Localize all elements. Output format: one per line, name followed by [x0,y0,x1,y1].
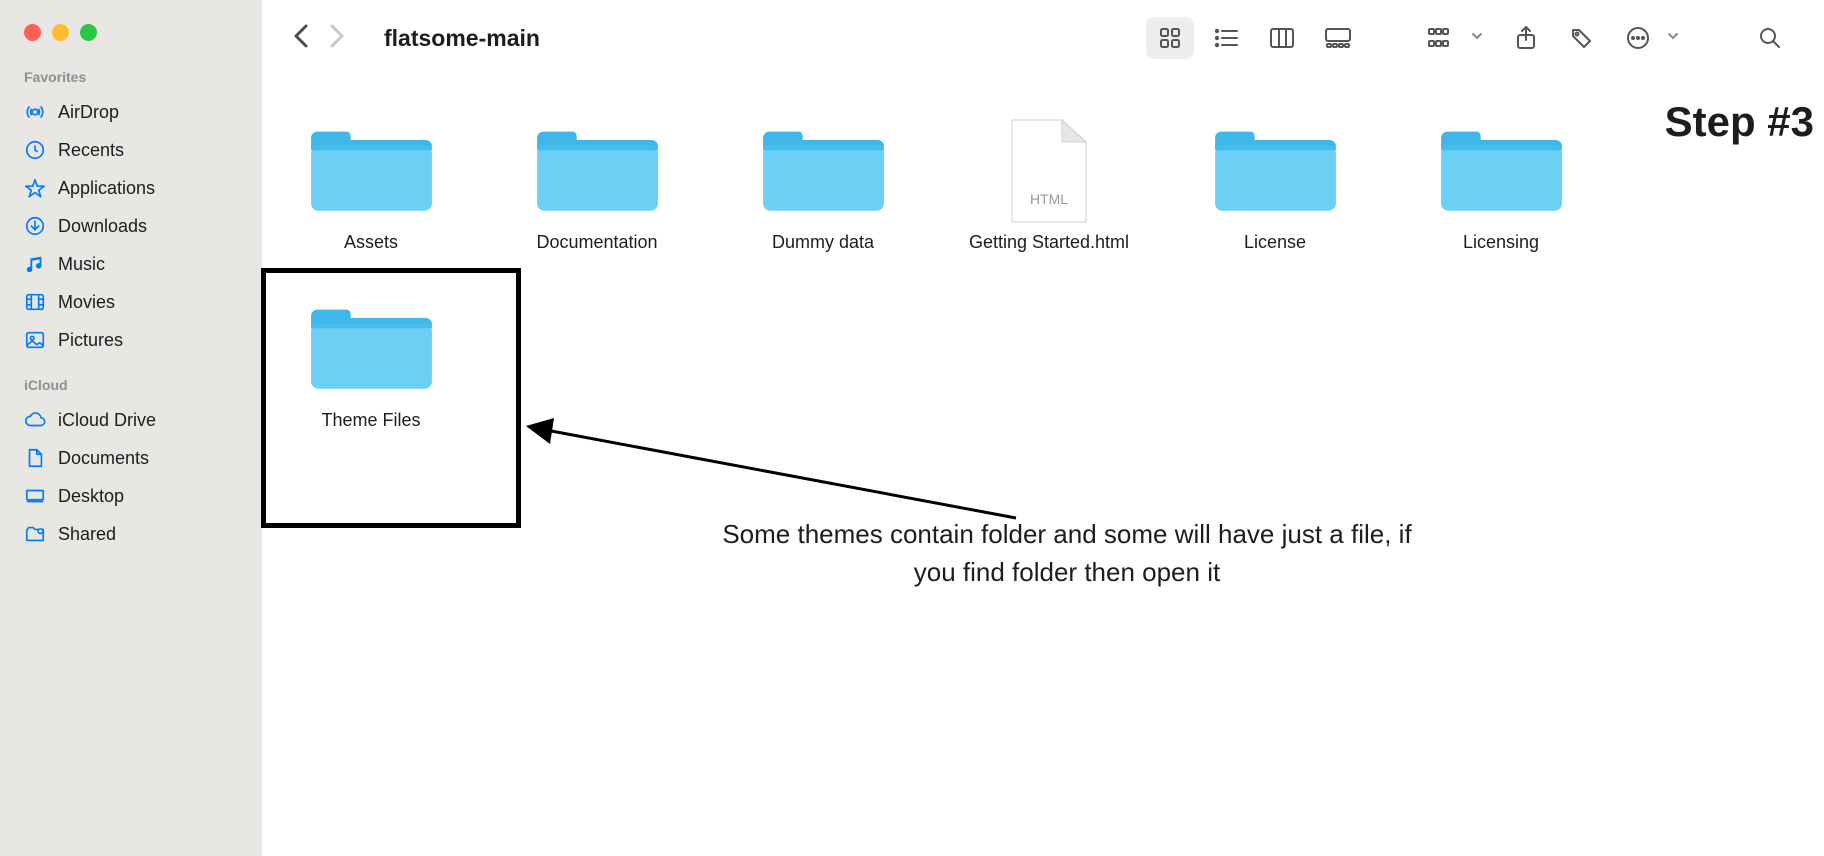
sidebar-item-airdrop[interactable]: AirDrop [0,93,262,131]
html-file-icon: HTML [1004,116,1094,226]
applications-icon [24,177,46,199]
tags-button[interactable] [1558,17,1606,59]
share-button[interactable] [1502,17,1550,59]
file-item-label: License [1244,230,1306,254]
sidebar-item-recents[interactable]: Recents [0,131,262,169]
pictures-icon [24,329,46,351]
sidebar-item-label: iCloud Drive [58,410,156,431]
file-item-label: Dummy data [772,230,874,254]
downloads-icon [24,215,46,237]
favorites-label: Favorites [0,69,262,93]
sidebar-item-pictures[interactable]: Pictures [0,321,262,359]
sidebar-item-label: Shared [58,524,116,545]
document-icon [24,447,46,469]
file-item-getting-started-html[interactable]: HTML Getting Started.html [960,116,1138,254]
file-item-license[interactable]: License [1186,116,1364,254]
gallery-view-button[interactable] [1314,17,1362,59]
sidebar-item-downloads[interactable]: Downloads [0,207,262,245]
sidebar-item-label: Downloads [58,216,147,237]
action-button[interactable] [1614,17,1662,59]
sidebar-item-documents[interactable]: Documents [0,439,262,477]
shared-icon [24,523,46,545]
cloud-icon [24,409,46,431]
annotation-text: Some themes contain folder and some will… [722,516,1412,591]
folder-icon [761,116,886,216]
file-item-label: Theme Files [321,408,420,432]
close-button[interactable] [24,24,41,41]
sidebar-item-label: Pictures [58,330,123,351]
sidebar-item-desktop[interactable]: Desktop [0,477,262,515]
movies-icon [24,291,46,313]
recents-icon [24,139,46,161]
group-button[interactable] [1418,17,1466,59]
sidebar-item-label: Recents [58,140,124,161]
folder-icon [309,294,434,394]
file-item-label: Getting Started.html [969,230,1129,254]
chevron-down-icon [1470,29,1484,48]
minimize-button[interactable] [52,24,69,41]
content-area[interactable]: Assets Documentation Dummy data HTML Getting… [262,76,1824,856]
list-view-button[interactable] [1202,17,1250,59]
file-item-assets[interactable]: Assets [282,116,460,254]
chevron-down-icon [1666,29,1680,48]
sidebar: Favorites AirDrop Recents Applications Down… [0,0,262,856]
sidebar-item-label: Documents [58,448,149,469]
sidebar-item-label: Desktop [58,486,124,507]
sidebar-item-movies[interactable]: Movies [0,283,262,321]
folder-icon [1213,116,1338,216]
folder-icon [535,116,660,216]
sidebar-item-shared[interactable]: Shared [0,515,262,553]
sidebar-item-music[interactable]: Music [0,245,262,283]
sidebar-item-label: Music [58,254,105,275]
sidebar-item-label: AirDrop [58,102,119,123]
window-controls [0,24,262,41]
column-view-button[interactable] [1258,17,1306,59]
window-title: flatsome-main [384,25,540,52]
file-item-theme-files[interactable]: Theme Files [282,294,460,432]
main-panel: flatsome-main Assets Documentation Dummy d… [262,0,1824,856]
maximize-button[interactable] [80,24,97,41]
sidebar-item-label: Movies [58,292,115,313]
annotation-step: Step #3 [1665,98,1814,146]
file-item-label: Documentation [536,230,657,254]
music-icon [24,253,46,275]
file-item-label: Assets [344,230,398,254]
forward-button[interactable] [328,22,346,55]
file-item-dummy-data[interactable]: Dummy data [734,116,912,254]
sidebar-item-icloud-drive[interactable]: iCloud Drive [0,401,262,439]
icloud-label: iCloud [0,377,262,401]
file-item-label: Licensing [1463,230,1539,254]
folder-icon [1439,116,1564,216]
toolbar: flatsome-main [262,0,1824,76]
desktop-icon [24,485,46,507]
back-button[interactable] [292,22,310,55]
file-item-licensing[interactable]: Licensing [1412,116,1590,254]
search-button[interactable] [1746,17,1794,59]
icon-view-button[interactable] [1146,17,1194,59]
file-item-documentation[interactable]: Documentation [508,116,686,254]
sidebar-item-applications[interactable]: Applications [0,169,262,207]
svg-text:HTML: HTML [1030,191,1068,207]
airdrop-icon [24,101,46,123]
sidebar-item-label: Applications [58,178,155,199]
folder-icon [309,116,434,216]
